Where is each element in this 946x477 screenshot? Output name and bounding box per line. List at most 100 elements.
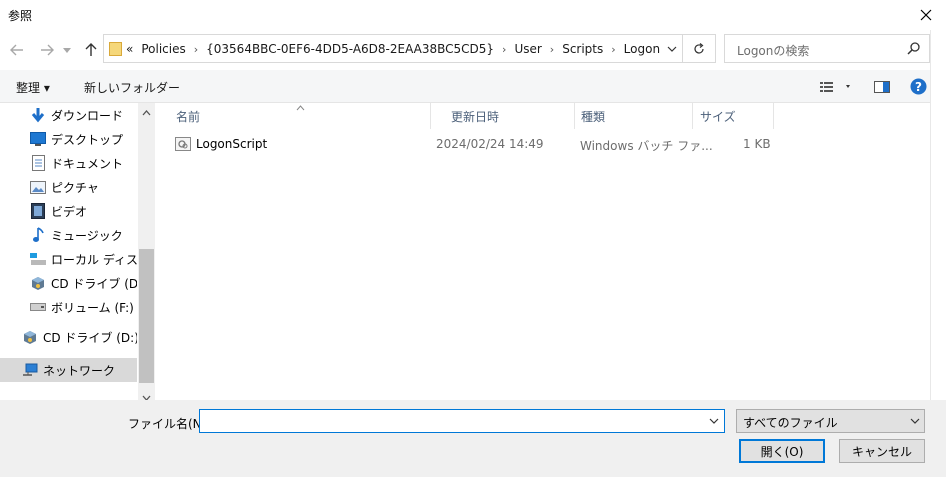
sidebar-item-videos[interactable]: ビデオ (0, 199, 137, 223)
navigation-pane-scrollbar[interactable] (138, 103, 155, 401)
sidebar-item-volume-f[interactable]: ボリューム (F:) (0, 295, 137, 319)
video-icon (30, 203, 46, 219)
chevron-right-icon[interactable]: › (502, 43, 506, 56)
file-type-filter-select[interactable]: すべてのファイル (736, 409, 925, 433)
file-type-filter-value: すべてのファイル (743, 416, 838, 430)
sidebar-item-documents[interactable]: ドキュメント (0, 151, 137, 175)
window-title: 参照 (8, 9, 33, 23)
forward-button[interactable] (36, 39, 58, 61)
sidebar-item-label: ピクチャ (51, 180, 99, 195)
sidebar-item-label: ミュージック (51, 228, 123, 243)
details-view-icon (820, 82, 850, 92)
cd-drive-icon (22, 329, 38, 345)
chevron-right-icon[interactable]: › (550, 43, 554, 56)
chevron-down-icon (667, 46, 677, 52)
breadcrumb-guid[interactable]: {03564BBC-0EF6-4DD5-A6D8-2EAA38BC5CD5} (206, 42, 494, 56)
local-disk-icon (30, 251, 46, 267)
download-arrow-icon (30, 107, 46, 123)
column-header-name[interactable]: 名前 (156, 103, 431, 129)
title-bar: 参照 (0, 0, 946, 30)
sidebar-item-label: ドキュメント (51, 156, 124, 171)
sidebar-item-cd-drive-root[interactable]: CD ドライブ (D:) Virt (0, 325, 137, 349)
search-placeholder: Logonの検索 (737, 44, 810, 58)
up-arrow-icon (85, 43, 97, 56)
help-button[interactable]: ? (910, 78, 927, 98)
volume-drive-icon (30, 299, 46, 315)
sidebar-item-local-disk[interactable]: ローカル ディスク (C (0, 247, 137, 271)
sidebar-item-cd-drive[interactable]: CD ドライブ (D:) Vi (0, 271, 137, 295)
refresh-icon (694, 42, 704, 54)
chevron-down-icon[interactable] (905, 410, 925, 432)
sidebar-item-label: ネットワーク (43, 363, 116, 378)
search-input[interactable]: Logonの検索 (724, 34, 930, 63)
cd-drive-icon (30, 275, 46, 291)
breadcrumb: « Policies › {03564BBC-0EF6-4DD5-A6D8-2E… (126, 42, 660, 56)
sidebar-item-downloads[interactable]: ダウンロード (0, 103, 137, 127)
music-note-icon (30, 227, 46, 243)
file-size: 1 KB (743, 137, 771, 151)
desktop-icon (30, 131, 46, 147)
organize-button[interactable]: 整理 ▾ (16, 79, 50, 96)
sidebar-item-music[interactable]: ミュージック (0, 223, 137, 247)
network-icon (22, 362, 38, 378)
scrollbar-thumb[interactable] (139, 249, 154, 383)
up-button[interactable] (80, 39, 102, 61)
breadcrumb-policies[interactable]: Policies (141, 42, 185, 56)
sidebar-item-label: ダウンロード (51, 108, 124, 123)
sidebar-item-pictures[interactable]: ピクチャ (0, 175, 137, 199)
address-history-dropdown[interactable] (661, 35, 683, 62)
refresh-button[interactable] (683, 34, 716, 63)
forward-arrow-icon (41, 44, 54, 56)
chevron-right-icon[interactable]: › (611, 43, 615, 56)
back-button[interactable] (6, 39, 28, 61)
chevron-down-icon (63, 47, 71, 53)
search-icon (907, 42, 920, 55)
chevron-down-icon (709, 418, 719, 424)
file-name: LogonScript (196, 137, 268, 151)
sidebar-item-label: CD ドライブ (D:) Vi (51, 276, 137, 291)
sidebar-item-label: CD ドライブ (D:) Virt (43, 330, 137, 345)
sidebar-item-desktop[interactable]: デスクトップ (0, 127, 137, 151)
open-button[interactable]: 開く(O) (739, 439, 825, 463)
new-folder-button[interactable]: 新しいフォルダー (84, 79, 180, 96)
sidebar-item-label: ローカル ディスク (C (51, 252, 137, 267)
sidebar-item-label: ボリューム (F:) (51, 300, 134, 315)
background-window-edge (930, 30, 946, 400)
preview-pane-button[interactable] (874, 81, 890, 96)
view-options-button[interactable] (820, 81, 850, 96)
sidebar-item-network[interactable]: ネットワーク (0, 358, 137, 382)
picture-icon (30, 179, 46, 195)
file-dialog-footer: ファイル名(N): すべてのファイル 開く(O) キャンセル (0, 400, 946, 477)
breadcrumb-user[interactable]: User (514, 42, 541, 56)
help-icon: ? (910, 78, 927, 95)
document-icon (30, 155, 46, 171)
column-header-modified[interactable]: 更新日時 (431, 103, 575, 129)
command-bar: 整理 ▾ 新しいフォルダー ? (0, 70, 946, 103)
sidebar-item-label: デスクトップ (51, 132, 124, 147)
address-bar[interactable]: « Policies › {03564BBC-0EF6-4DD5-A6D8-2E… (103, 34, 683, 63)
column-header-size[interactable]: サイズ (693, 103, 774, 129)
file-modified: 2024/02/24 14:49 (436, 137, 544, 151)
navigation-pane: ダウンロード デスクトップ ドキュメント ピクチャ ビデオ ミュージック ローカ… (0, 103, 137, 400)
back-arrow-icon (10, 44, 23, 56)
close-icon (920, 9, 932, 21)
folder-icon (109, 42, 122, 56)
close-button[interactable] (906, 0, 946, 30)
batch-file-icon (175, 137, 191, 154)
table-row[interactable]: LogonScript 2024/02/24 14:49 Windows バッチ… (170, 134, 790, 156)
breadcrumb-overflow[interactable]: « (126, 42, 133, 56)
cancel-button[interactable]: キャンセル (839, 439, 925, 463)
scroll-up-icon[interactable] (142, 105, 151, 119)
filename-history-dropdown[interactable] (703, 410, 725, 432)
chevron-right-icon[interactable]: › (194, 43, 198, 56)
preview-pane-icon (874, 81, 890, 93)
file-list: 名前 更新日時 種類 サイズ LogonScript 2024/02/24 14… (156, 103, 946, 400)
filename-input[interactable] (199, 409, 725, 433)
sidebar-item-label: ビデオ (51, 204, 88, 219)
breadcrumb-scripts[interactable]: Scripts (562, 42, 603, 56)
recent-locations-button[interactable] (60, 39, 74, 61)
breadcrumb-logon[interactable]: Logon (624, 42, 660, 56)
column-header-type[interactable]: 種類 (575, 103, 693, 129)
file-type: Windows バッチ ファ... (580, 139, 713, 153)
svg-text:?: ? (915, 80, 922, 94)
